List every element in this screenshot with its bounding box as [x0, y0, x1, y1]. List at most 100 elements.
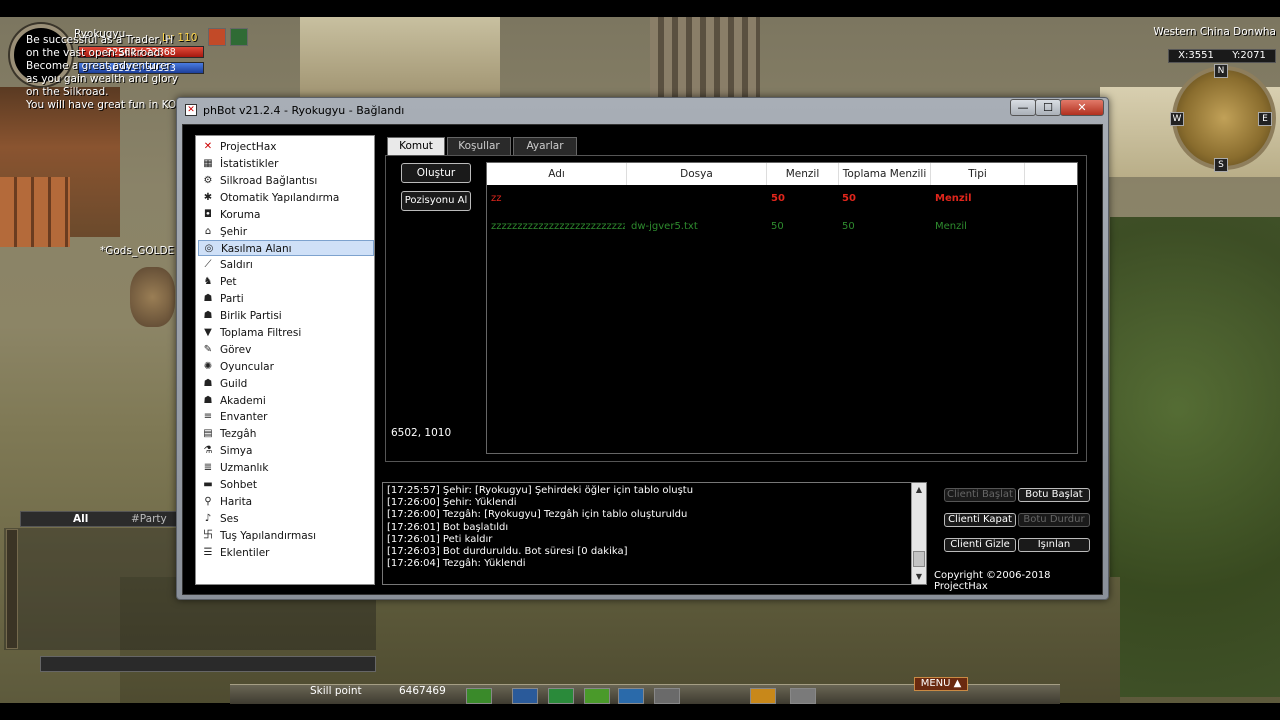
app-icon: ✕ — [185, 104, 197, 116]
skill-point-value: 6467469 — [399, 685, 446, 697]
skill-slot[interactable] — [618, 688, 644, 704]
chat-icon: ▬ — [203, 479, 213, 490]
chat-input[interactable] — [40, 656, 376, 672]
menu-item[interactable]: ☰ Eklentiler — [198, 545, 374, 561]
players-icon: ✺ — [203, 360, 213, 372]
skill-slot[interactable] — [654, 688, 680, 704]
menu-item[interactable]: ▼ Toplama Filtresi — [198, 325, 374, 341]
bot-stop-button[interactable]: Botu Durdur — [1018, 513, 1090, 527]
menu-item[interactable]: ≣ Uzmanlık — [198, 460, 374, 476]
menu-item-label: Silkroad Bağlantısı — [220, 174, 318, 187]
menu-item[interactable]: ☗ Guild — [198, 376, 374, 392]
projecthax-icon: ✕ — [203, 141, 213, 152]
menu-item[interactable]: ✎ Görev — [198, 342, 374, 358]
chat-line: Be successful as a Trader, H — [26, 34, 174, 46]
client-hide-button[interactable]: Clienti Gizle — [944, 538, 1016, 552]
column-pick-range[interactable]: Toplama Menzili — [839, 163, 931, 185]
client-close-button[interactable]: Clienti Kapat — [944, 513, 1016, 527]
menu-item[interactable]: ⚙ Silkroad Bağlantısı — [198, 173, 374, 189]
menu-item-label: Eklentiler — [220, 546, 270, 559]
client-start-button[interactable]: Clienti Başlat — [944, 488, 1016, 502]
menu-item[interactable]: ✺ Oyuncular — [198, 359, 374, 375]
skill-slot[interactable] — [512, 688, 538, 704]
menu-item[interactable]: ☗ Parti — [198, 291, 374, 307]
create-button[interactable]: Oluştur — [401, 163, 471, 183]
scroll-up-icon[interactable]: ▲ — [912, 483, 926, 497]
menu-item[interactable]: ✱ Otomatik Yapılandırma — [198, 190, 374, 206]
filter-icon: ▼ — [204, 326, 212, 338]
get-position-button[interactable]: Pozisyonu Al — [401, 191, 471, 211]
menu-item[interactable]: ✕ ProjectHax — [198, 139, 374, 155]
chat-tab-all[interactable]: All — [73, 513, 88, 526]
tab-kosullar[interactable]: Koşullar — [447, 137, 511, 155]
scroll-down-icon[interactable]: ▼ — [912, 570, 926, 584]
log-line: [17:26:00] Şehir: Yüklendi — [387, 497, 517, 509]
column-name[interactable]: Adı — [487, 163, 627, 185]
bot-client-area: ✕ ProjectHax ▦ İstatistikler ⚙ Silkroad Bağla… — [182, 124, 1103, 595]
skill-slot[interactable] — [584, 688, 610, 704]
log-line: [17:26:04] Tezgâh: Yüklendi — [387, 558, 526, 570]
skill-slot[interactable] — [790, 688, 816, 704]
menu-item[interactable]: ♞ Pet — [198, 274, 374, 290]
guild-icon: ☗ — [203, 377, 213, 389]
skill-slot[interactable] — [548, 688, 574, 704]
menu-item[interactable]: ◘ Koruma — [198, 207, 374, 223]
teleport-button[interactable]: Işınlan — [1018, 538, 1090, 552]
player-character[interactable] — [130, 267, 175, 327]
column-type[interactable]: Tipi — [931, 163, 1025, 185]
potion-icon[interactable] — [230, 28, 248, 46]
academy-icon: ☗ — [203, 394, 213, 406]
log-box[interactable]: [17:25:57] Şehir: [Ryokugyu] Şehirdeki ö… — [382, 482, 927, 585]
menu-item[interactable]: ♪ Ses — [198, 511, 374, 527]
skill-slot[interactable] — [750, 688, 776, 704]
menu-item-label: ProjectHax — [220, 141, 277, 153]
minimap[interactable]: N S W E — [1170, 64, 1276, 172]
plugins-icon: ☰ — [203, 546, 213, 558]
cell-pick-range: 50 — [842, 221, 855, 232]
table-row[interactable]: zzzzzzzzzzzzzzzzzzzzzzzzzzzzzzz... dw-jg… — [487, 219, 1077, 235]
game-menu-button[interactable]: MENU ▲ — [914, 677, 968, 691]
chat-scrollbar[interactable] — [6, 529, 18, 649]
south-marker: S — [1214, 158, 1228, 172]
bot-start-button[interactable]: Botu Başlat — [1018, 488, 1090, 502]
menu-item[interactable]: ⟋ Saldırı — [198, 257, 374, 273]
title-bar[interactable]: ✕ phBot v21.2.4 - Ryokugyu - Bağlandı — … — [177, 98, 1108, 123]
menu-item[interactable]: ☗ Birlik Partisi — [198, 308, 374, 324]
column-file[interactable]: Dosya — [627, 163, 767, 185]
maximize-button[interactable]: ☐ — [1035, 99, 1061, 116]
menu-item[interactable]: ◎ Kasılma Alanı — [198, 240, 374, 257]
menu-item-label: Sohbet — [220, 479, 257, 491]
log-scrollbar[interactable]: ▲ ▼ — [911, 483, 926, 584]
close-button[interactable]: ✕ — [1060, 99, 1104, 116]
cell-name: zz — [491, 193, 502, 204]
menu-item-label: Pet — [220, 276, 237, 289]
coord-y: Y:2071 — [1232, 50, 1266, 61]
menu-item[interactable]: ⚗ Simya — [198, 443, 374, 459]
scroll-thumb[interactable] — [913, 551, 925, 567]
player-nameplate[interactable]: *Gods_GOLDE — [100, 245, 174, 257]
column-range[interactable]: Menzil — [767, 163, 839, 185]
menu-item-label: Şehir — [220, 225, 248, 238]
minimize-button[interactable]: — — [1010, 99, 1036, 116]
tab-ayarlar[interactable]: Ayarlar — [513, 137, 577, 155]
menu-item[interactable]: ⚲ Harita — [198, 494, 374, 510]
skill-point-label: Skill point — [310, 685, 362, 697]
menu-item[interactable]: ☗ Akademi — [198, 393, 374, 409]
chat-line: Become a great adventurer — [26, 60, 171, 72]
tab-komut[interactable]: Komut — [387, 137, 445, 155]
menu-item[interactable]: 卐 Tuş Yapılandırması — [198, 528, 374, 544]
connection-icon: ⚙ — [203, 174, 213, 186]
menu-item[interactable]: ▬ Sohbet — [198, 477, 374, 493]
menu-item[interactable]: ▦ İstatistikler — [198, 156, 374, 172]
menu-item[interactable]: ▤ Tezgâh — [198, 426, 374, 442]
skill-slot[interactable] — [466, 688, 492, 704]
table-row[interactable]: zz 50 50 Menzil — [487, 191, 1077, 207]
menu-item[interactable]: ≡ Envanter — [198, 409, 374, 425]
menu-item[interactable]: ⌂ Şehir — [198, 224, 374, 240]
chat-tab-party[interactable]: #Party — [131, 513, 167, 526]
menu-item-label: Tezgâh — [220, 428, 257, 441]
pet-icon: ♞ — [203, 276, 213, 288]
hotkey-icon: 卐 — [203, 529, 213, 541]
minimap-coordinates: X:3551 Y:2071 — [1168, 49, 1276, 63]
training-area-icon: ◎ — [204, 243, 214, 255]
